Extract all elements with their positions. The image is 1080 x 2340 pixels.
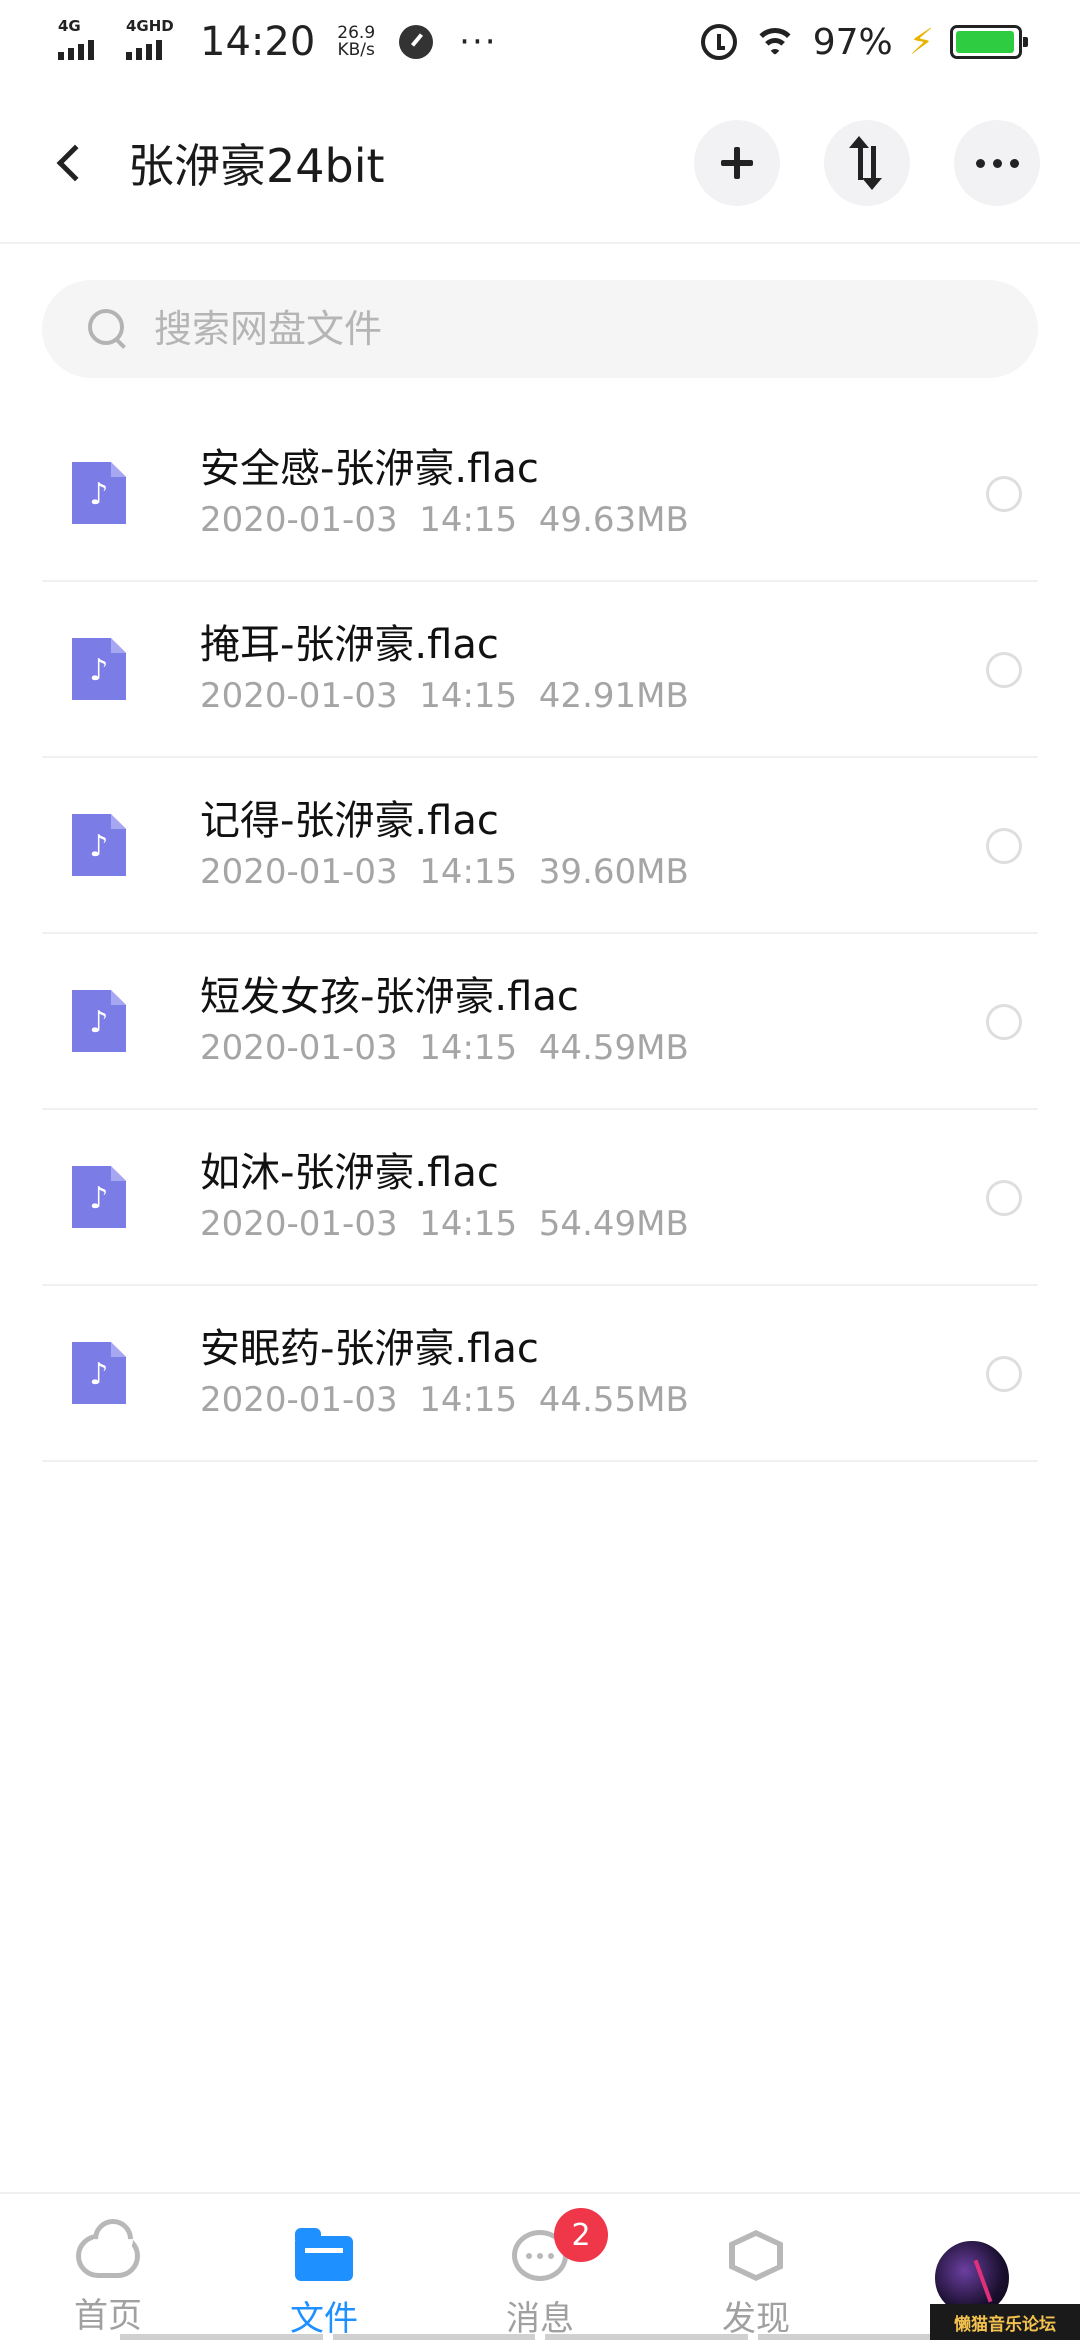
file-row[interactable]: ♪ 安眠药-张洢豪.flac 2020-01-03 14:15 44.55MB: [42, 1286, 1038, 1462]
search-bar[interactable]: [42, 280, 1038, 378]
music-file-icon: ♪: [72, 1342, 126, 1404]
status-more-icon: ···: [459, 22, 498, 62]
search-input[interactable]: [154, 307, 954, 351]
music-file-icon: ♪: [72, 462, 126, 524]
more-button[interactable]: [954, 120, 1040, 206]
folder-icon: [295, 2228, 353, 2281]
page-title: 张洢豪24bit: [128, 139, 385, 193]
file-meta: 2020-01-03 14:15 44.59MB: [200, 1028, 689, 1068]
file-name: 安眠药-张洢豪.flac: [200, 1326, 539, 1372]
select-radio[interactable]: [986, 476, 1022, 512]
file-text: 记得-张洢豪.flac 2020-01-03 14:15 39.60MB: [200, 795, 689, 895]
file-text: 掩耳-张洢豪.flac 2020-01-03 14:15 42.91MB: [200, 619, 689, 719]
gesture-bar: [120, 2334, 960, 2340]
alarm-icon: [700, 24, 737, 60]
message-badge: 2: [554, 2208, 608, 2262]
charging-icon: ⚡: [908, 21, 934, 63]
nav-messages-label: 消息: [506, 2299, 574, 2339]
file-text: 短发女孩-张洢豪.flac 2020-01-03 14:15 44.59MB: [200, 971, 689, 1071]
nav-discover-label: 发现: [722, 2299, 790, 2339]
network-label-2: 4GHD: [126, 17, 174, 35]
file-meta: 2020-01-03 14:15 54.49MB: [200, 1204, 689, 1244]
nav-files-label: 文件: [290, 2299, 358, 2339]
status-time: 14:20: [200, 19, 316, 65]
file-row[interactable]: ♪ 安全感-张洢豪.flac 2020-01-03 14:15 49.63MB: [42, 406, 1038, 582]
speed-unit: KB/s: [337, 40, 375, 60]
select-radio[interactable]: [986, 652, 1022, 688]
select-radio[interactable]: [986, 828, 1022, 864]
plus-icon: [721, 147, 753, 179]
music-file-icon: ♪: [72, 1166, 126, 1228]
cloud-icon: [76, 2234, 140, 2278]
file-name: 记得-张洢豪.flac: [200, 798, 499, 844]
file-meta: 2020-01-03 14:15 44.55MB: [200, 1380, 689, 1420]
header: 张洢豪24bit: [0, 84, 1080, 244]
file-text: 安眠药-张洢豪.flac 2020-01-03 14:15 44.55MB: [200, 1323, 689, 1423]
sort-button[interactable]: [824, 120, 910, 206]
sort-icon: [849, 143, 885, 183]
back-icon: [56, 144, 94, 182]
nav-discover[interactable]: 发现: [648, 2194, 864, 2340]
file-name: 安全感-张洢豪.flac: [200, 446, 539, 492]
file-meta: 2020-01-03 14:15 39.60MB: [200, 852, 689, 892]
signal-1-icon: 4G: [58, 17, 110, 64]
wifi-icon: [752, 24, 797, 60]
add-button[interactable]: [694, 120, 780, 206]
status-right: 97% ⚡: [700, 21, 1028, 63]
network-label-1: 4G: [58, 17, 81, 35]
file-name: 如沐-张洢豪.flac: [200, 1150, 499, 1196]
file-meta: 2020-01-03 14:15 42.91MB: [200, 676, 689, 716]
select-radio[interactable]: [986, 1004, 1022, 1040]
file-row[interactable]: ♪ 掩耳-张洢豪.flac 2020-01-03 14:15 42.91MB: [42, 582, 1038, 758]
file-row[interactable]: ♪ 如沐-张洢豪.flac 2020-01-03 14:15 54.49MB: [42, 1110, 1038, 1286]
signal-2-icon: 4GHD: [126, 17, 178, 64]
network-speed: 26.9 KB/s: [337, 25, 375, 59]
file-meta: 2020-01-03 14:15 49.63MB: [200, 500, 689, 540]
select-radio[interactable]: [986, 1180, 1022, 1216]
music-file-icon: ♪: [72, 990, 126, 1052]
status-bar: 4G 4GHD 14:20 26.9 KB/s ··· 97% ⚡: [0, 0, 1080, 84]
nav-files[interactable]: 文件: [216, 2194, 432, 2340]
more-icon: [975, 158, 1019, 168]
nav-home-label: 首页: [74, 2296, 142, 2336]
file-row[interactable]: ♪ 记得-张洢豪.flac 2020-01-03 14:15 39.60MB: [42, 758, 1038, 934]
search-icon: [88, 309, 128, 349]
select-radio[interactable]: [986, 1356, 1022, 1392]
music-file-icon: ♪: [72, 638, 126, 700]
watermark: 懒猫音乐论坛: [930, 2304, 1080, 2340]
battery-icon: [950, 25, 1028, 59]
file-name: 掩耳-张洢豪.flac: [200, 622, 499, 668]
file-name: 短发女孩-张洢豪.flac: [200, 974, 579, 1020]
file-text: 如沐-张洢豪.flac 2020-01-03 14:15 54.49MB: [200, 1147, 689, 1247]
battery-percent: 97%: [812, 21, 893, 63]
file-list: ♪ 安全感-张洢豪.flac 2020-01-03 14:15 49.63MB …: [42, 406, 1038, 1462]
speedometer-icon: [399, 25, 434, 59]
bottom-nav: 首页 文件 2 消息 发现 懒猫音乐论坛: [0, 2192, 1080, 2340]
screen: 4G 4GHD 14:20 26.9 KB/s ··· 97% ⚡ 张洢豪24b…: [0, 0, 1080, 2340]
header-actions: [694, 120, 1040, 206]
file-row[interactable]: ♪ 短发女孩-张洢豪.flac 2020-01-03 14:15 44.59MB: [42, 934, 1038, 1110]
status-left: 4G 4GHD 14:20 26.9 KB/s ···: [58, 17, 498, 65]
back-button[interactable]: [30, 123, 110, 203]
music-file-icon: ♪: [72, 814, 126, 876]
nav-home[interactable]: 首页: [0, 2194, 216, 2340]
file-text: 安全感-张洢豪.flac 2020-01-03 14:15 49.63MB: [200, 443, 689, 543]
discover-icon: [729, 2230, 783, 2281]
nav-messages[interactable]: 2 消息: [432, 2194, 648, 2340]
